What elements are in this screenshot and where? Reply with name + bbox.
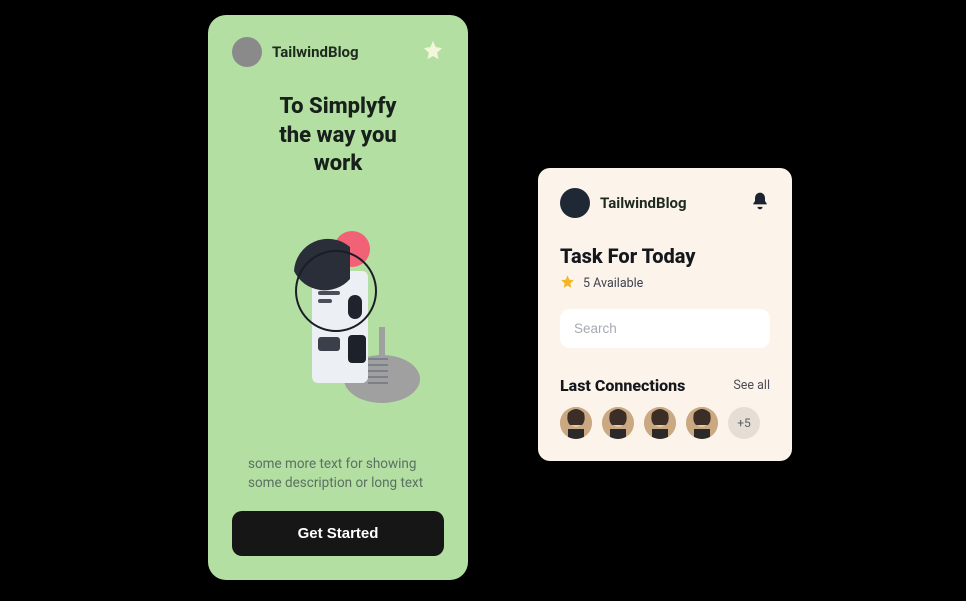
connection-avatar[interactable] <box>560 407 592 439</box>
card-header: TailwindBlog <box>560 188 770 218</box>
card-header: TailwindBlog <box>232 37 444 67</box>
task-title: Task For Today <box>560 244 770 268</box>
star-icon <box>560 274 575 293</box>
more-connections-badge[interactable]: +5 <box>728 407 760 439</box>
avatars-row: +5 <box>560 407 770 439</box>
illustration <box>232 209 444 407</box>
connection-avatar[interactable] <box>644 407 676 439</box>
search-input[interactable] <box>560 309 770 348</box>
bell-icon[interactable] <box>750 191 770 215</box>
headline: To Simplyfy the way you work <box>232 93 444 179</box>
connections-title: Last Connections <box>560 376 685 395</box>
available-row: 5 Available <box>560 274 770 293</box>
onboarding-card: TailwindBlog To Simplyfy the way you wor… <box>208 15 468 580</box>
connection-avatar[interactable] <box>686 407 718 439</box>
see-all-link[interactable]: See all <box>733 378 770 393</box>
available-text: 5 Available <box>583 276 643 291</box>
get-started-button[interactable]: Get Started <box>232 511 444 556</box>
brand-name: TailwindBlog <box>600 194 740 212</box>
description-text: some more text for showing some descript… <box>232 455 444 493</box>
connection-avatar[interactable] <box>602 407 634 439</box>
task-card: TailwindBlog Task For Today 5 Available … <box>538 168 792 461</box>
avatar <box>232 37 262 67</box>
connections-header: Last Connections See all <box>560 376 770 395</box>
brand-name: TailwindBlog <box>272 43 412 61</box>
star-icon[interactable] <box>422 39 444 65</box>
avatar <box>560 188 590 218</box>
